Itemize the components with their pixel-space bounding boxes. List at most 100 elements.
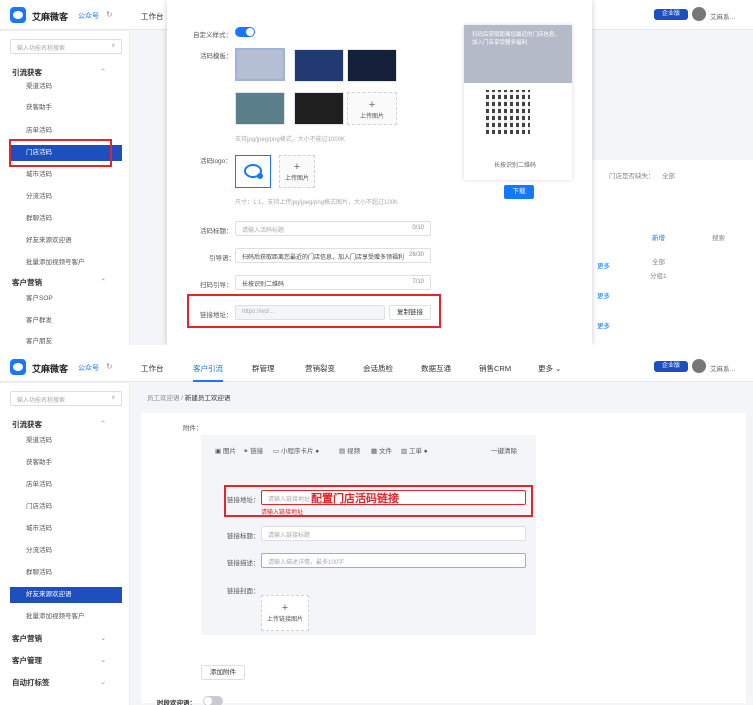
- sidebar-item[interactable]: 获客助手: [10, 455, 122, 471]
- group-item[interactable]: 分组1: [650, 270, 667, 280]
- template-option-3[interactable]: [347, 49, 397, 82]
- link-title-label: 链接标题：: [227, 533, 260, 540]
- nav-more[interactable]: 更多 ⌄: [538, 363, 561, 374]
- sidebar-item[interactable]: 群聊活码: [10, 565, 122, 581]
- search-icon[interactable]: ⌕: [112, 395, 115, 402]
- upload-cover-button[interactable]: + 上传链接图片: [261, 595, 309, 631]
- sidebar-search-input[interactable]: 输入功能名称搜索 ⌕: [10, 39, 122, 54]
- template-hint: 支持jpg/jpeg/png格式，大小不能过1000K: [235, 137, 346, 143]
- add-attachment-button[interactable]: 添加附件: [201, 665, 245, 680]
- refresh-icon[interactable]: ↻: [106, 10, 113, 19]
- guide-input[interactable]: 扫码后获取距离您最近的门店信息，加入门店享受赠多领福利 26/30: [235, 248, 431, 263]
- sidebar-item[interactable]: 渠道活码: [10, 79, 122, 95]
- chevron-up-icon: ⌃: [100, 67, 107, 76]
- clear-all-link[interactable]: 一键清除: [491, 445, 517, 455]
- account-switch[interactable]: 公众号: [78, 11, 99, 21]
- sidebar-item[interactable]: 群聊活码: [10, 211, 122, 227]
- sidebar-item[interactable]: 客户群发: [10, 313, 122, 329]
- nav-crm[interactable]: 销售CRM: [479, 363, 511, 374]
- search-icon[interactable]: ⌕: [112, 43, 115, 50]
- title-input[interactable]: 请输入活码标题 0/10: [235, 221, 431, 236]
- refresh-icon[interactable]: ↻: [106, 362, 113, 371]
- sidebar-item-welcome[interactable]: 好友来源欢迎语: [10, 587, 122, 603]
- avatar[interactable]: [692, 7, 706, 21]
- logo-preview[interactable]: [235, 155, 271, 188]
- brand-logo-icon: [10, 7, 26, 23]
- sidebar-item[interactable]: 批量添加视频号客户: [10, 255, 122, 271]
- nav-group-manage[interactable]: 群管理: [252, 363, 275, 374]
- separator: [0, 345, 753, 352]
- upload-logo-button[interactable]: + 上传图片: [279, 155, 315, 188]
- title-label: 活码标题：: [200, 228, 233, 235]
- more-link[interactable]: 更多: [597, 290, 610, 300]
- att-link[interactable]: ⚭ 链接: [243, 445, 263, 455]
- sidebar-item[interactable]: 获客助手: [10, 100, 122, 116]
- att-miniprogram[interactable]: ▭ 小程序卡片 ●: [273, 445, 319, 455]
- user-name[interactable]: 艾麻系...: [710, 363, 735, 373]
- att-video[interactable]: ▤ 视频: [339, 445, 360, 455]
- time-welcome-toggle[interactable]: [203, 696, 223, 705]
- sidebar-item[interactable]: 渠道活码: [10, 433, 122, 449]
- highlight-link: [187, 294, 441, 328]
- sidebar-item[interactable]: 店单活码: [10, 123, 122, 139]
- chevron-up-icon: ⌃: [100, 419, 107, 428]
- link-desc-input[interactable]: 请输入描述详情，最多100字: [261, 553, 526, 568]
- sidebar-item[interactable]: 店单活码: [10, 477, 122, 493]
- brand-name: 艾麻微客: [32, 12, 69, 22]
- preview-caption: 长按识别二维码: [494, 163, 537, 169]
- filter-select[interactable]: 全部: [662, 170, 675, 180]
- sidebar-group-acquire[interactable]: 引流获客 ⌃: [12, 67, 106, 78]
- sidebar-group-customer[interactable]: 客户管理 ⌄: [12, 655, 106, 666]
- sidebar-group-acquire[interactable]: 引流获客 ⌃: [12, 419, 106, 430]
- att-ticket[interactable]: ▥ 工单 ●: [401, 445, 428, 455]
- scan-guide-input[interactable]: 长按识别二维码 7/10: [235, 275, 431, 290]
- sidebar-item[interactable]: 门店活码: [10, 499, 122, 515]
- avatar[interactable]: [692, 359, 706, 373]
- scan-guide-label: 扫码引导：: [200, 282, 233, 289]
- download-button[interactable]: 下载: [504, 185, 534, 199]
- template-option-4[interactable]: [235, 92, 285, 125]
- upload-template-button[interactable]: + 上传图片: [347, 92, 397, 125]
- nav-customer-acquire[interactable]: 客户引流: [193, 363, 223, 382]
- nav-workbench[interactable]: 工作台: [141, 363, 164, 374]
- sidebar-search-input[interactable]: 输入功能名称搜索 ⌕: [10, 391, 122, 406]
- account-switch[interactable]: 公众号: [78, 363, 99, 373]
- nav-quality[interactable]: 会话质检: [363, 363, 393, 374]
- filter-label: 门店是否缺失：: [609, 173, 655, 180]
- nav-workbench[interactable]: 工作台: [141, 11, 164, 22]
- sidebar-group-marketing[interactable]: 客户营销 ⌃: [12, 277, 106, 288]
- sidebar-group-tags[interactable]: 自动打标签 ⌄: [12, 677, 106, 688]
- sidebar-group-marketing[interactable]: 客户营销 ⌄: [12, 633, 106, 644]
- template-option-5[interactable]: [294, 92, 344, 125]
- att-image[interactable]: ▣ 图片: [215, 445, 236, 455]
- custom-style-toggle[interactable]: [235, 27, 255, 37]
- sidebar-item[interactable]: 分流活码: [10, 543, 122, 559]
- sidebar-item[interactable]: 客户朋友: [10, 334, 122, 345]
- plus-icon: +: [293, 161, 301, 173]
- sidebar-item[interactable]: 分流活码: [10, 189, 122, 205]
- link-title-input[interactable]: 请输入链接标题: [261, 526, 526, 541]
- nav-data[interactable]: 数据互通: [421, 363, 451, 374]
- template-label: 活码模板：: [200, 53, 233, 60]
- search-button[interactable]: 搜索: [712, 232, 725, 242]
- plus-icon: +: [368, 99, 376, 111]
- template-option-1[interactable]: [235, 48, 285, 81]
- more-link[interactable]: 更多: [597, 260, 610, 270]
- new-button[interactable]: 新增: [652, 232, 665, 242]
- breadcrumb-parent[interactable]: 员工欢迎语: [147, 395, 180, 402]
- sidebar-item[interactable]: 好友来源欢迎语: [10, 233, 122, 249]
- att-file[interactable]: ▦ 文件: [371, 445, 392, 455]
- user-name[interactable]: 艾麻系...: [710, 11, 735, 21]
- sidebar-item[interactable]: 城市活码: [10, 521, 122, 537]
- template-option-2[interactable]: [294, 49, 344, 82]
- sidebar-item[interactable]: 城市活码: [10, 167, 122, 183]
- sidebar-item[interactable]: 客户SOP: [10, 291, 122, 307]
- enterprise-badge: 企业版: [654, 361, 688, 372]
- more-link[interactable]: 更多: [597, 320, 610, 330]
- nav-marketing[interactable]: 营销裂变: [305, 363, 335, 374]
- sidebar-item[interactable]: 批量添加视频号客户: [10, 609, 122, 625]
- group-all[interactable]: 全部: [652, 256, 665, 266]
- link-desc-label: 链接描述：: [227, 560, 260, 567]
- chevron-down-icon: ⌄: [100, 655, 107, 664]
- breadcrumb-current: 新建员工欢迎语: [184, 395, 231, 402]
